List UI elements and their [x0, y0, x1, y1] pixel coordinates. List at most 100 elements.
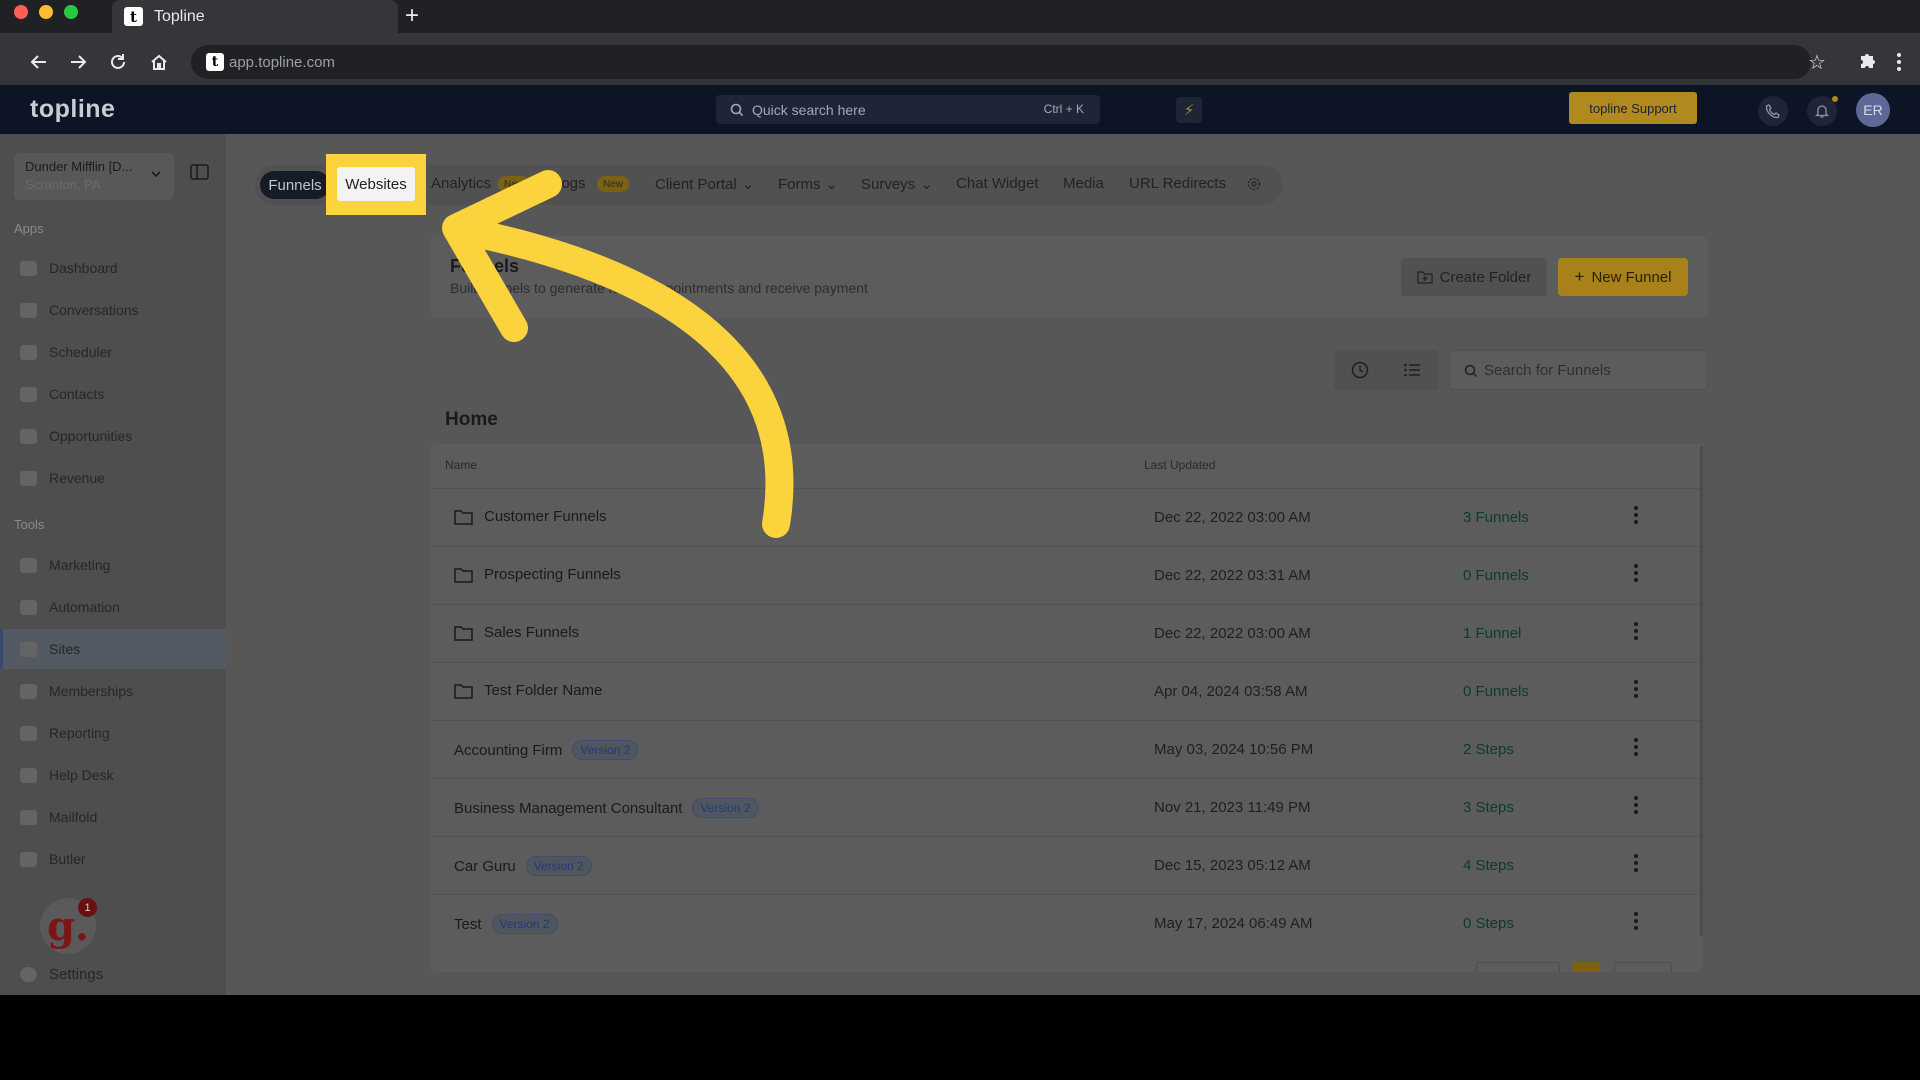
- user-avatar[interactable]: ER: [1856, 93, 1890, 127]
- column-header-name[interactable]: Name: [445, 458, 477, 472]
- maximize-window-button[interactable]: [64, 5, 78, 19]
- sidebar-item-settings[interactable]: Settings: [20, 966, 103, 983]
- sidebar-item-reporting[interactable]: Reporting: [0, 713, 226, 753]
- row-count-link[interactable]: 0 Funnels: [1463, 683, 1529, 700]
- browser-menu-icon[interactable]: [1896, 52, 1902, 72]
- row-count-link[interactable]: 0 Steps: [1463, 915, 1514, 932]
- reload-icon[interactable]: [105, 49, 131, 75]
- sidebar-item-revenue[interactable]: Revenue: [0, 458, 226, 498]
- table-row[interactable]: Prospecting Funnels Dec 22, 2022 03:31 AM…: [430, 546, 1703, 604]
- row-name-cell[interactable]: Test Folder Name: [454, 682, 602, 699]
- quick-search-input[interactable]: Quick search here Ctrl + K: [716, 95, 1100, 124]
- lightning-bolt-icon[interactable]: ⚡: [1176, 97, 1202, 123]
- row-name-cell[interactable]: Prospecting Funnels: [454, 566, 621, 583]
- row-last-updated: May 17, 2024 06:49 AM: [1154, 915, 1313, 932]
- tab-forms[interactable]: Forms ⌄: [778, 175, 838, 193]
- home-icon[interactable]: [146, 49, 172, 75]
- row-name: Prospecting Funnels: [484, 566, 621, 583]
- sidebar-item-opportunities[interactable]: Opportunities: [0, 416, 226, 456]
- row-name-cell[interactable]: Car Guru Version 2: [454, 856, 592, 876]
- row-count-link[interactable]: 3 Funnels: [1463, 509, 1529, 526]
- new-tab-plus-icon[interactable]: +: [405, 3, 419, 29]
- row-count-link[interactable]: 0 Funnels: [1463, 567, 1529, 584]
- row-more-options-icon[interactable]: [1632, 853, 1640, 873]
- pagination-prev[interactable]: [1476, 962, 1560, 972]
- bookmark-star-icon[interactable]: ☆: [1808, 50, 1826, 75]
- card-icon: [20, 470, 37, 486]
- table-row[interactable]: Sales Funnels Dec 22, 2022 03:00 AM 1 Funn…: [430, 604, 1703, 662]
- sidebar-item-butler[interactable]: Butler: [0, 839, 226, 879]
- row-more-options-icon[interactable]: [1632, 795, 1640, 815]
- tab-analytics[interactable]: Analytics: [431, 175, 491, 192]
- sidebar-item-label: Scheduler: [49, 344, 113, 360]
- folder-icon: [454, 625, 473, 641]
- search-icon: [1464, 364, 1478, 378]
- row-name-cell[interactable]: Customer Funnels: [454, 508, 607, 525]
- row-count-link[interactable]: 2 Steps: [1463, 741, 1514, 758]
- sidebar-item-automation[interactable]: Automation: [0, 587, 226, 627]
- table-row[interactable]: Car Guru Version 2 Dec 15, 2023 05:12 AM 4 …: [430, 836, 1703, 894]
- account-location: Scranton, PA: [25, 177, 101, 192]
- minimize-window-button[interactable]: [39, 5, 53, 19]
- row-name-cell[interactable]: Sales Funnels: [454, 624, 579, 641]
- sidebar-item-contacts[interactable]: Contacts: [0, 374, 226, 414]
- page-subtitle: Build funnels to generate leads, appoint…: [450, 280, 868, 296]
- sidebar-item-memberships[interactable]: Memberships: [0, 671, 226, 711]
- extensions-puzzle-icon[interactable]: [1858, 49, 1882, 73]
- tab-blogs[interactable]: Blogs: [548, 175, 586, 192]
- sidebar-item-help-desk[interactable]: Help Desk: [0, 755, 226, 795]
- new-funnel-label: New Funnel: [1591, 268, 1672, 286]
- phone-icon[interactable]: [1758, 96, 1788, 126]
- create-folder-button[interactable]: Create Folder: [1401, 258, 1547, 296]
- tab-url-redirects[interactable]: URL Redirects: [1129, 175, 1226, 192]
- account-switcher[interactable]: Dunder Mifflin [D... Scranton, PA: [14, 153, 174, 200]
- table-row[interactable]: Accounting Firm Version 2 May 03, 2024 10:…: [430, 720, 1703, 778]
- row-name-cell[interactable]: Accounting Firm Version 2: [454, 740, 639, 760]
- topline-logo[interactable]: topline: [30, 95, 115, 124]
- address-bar[interactable]: t app.topline.com: [191, 45, 1811, 79]
- support-button[interactable]: topline Support: [1569, 92, 1697, 124]
- row-count-link[interactable]: 1 Funnel: [1463, 625, 1521, 642]
- table-row[interactable]: Test Version 2 May 17, 2024 06:49 AM 0 Step…: [430, 894, 1703, 952]
- tab-client-portal[interactable]: Client Portal ⌄: [655, 175, 754, 193]
- sidebar-item-marketing[interactable]: Marketing: [0, 545, 226, 585]
- new-funnel-button[interactable]: + New Funnel: [1558, 258, 1688, 296]
- row-count-link[interactable]: 3 Steps: [1463, 799, 1514, 816]
- tab-media[interactable]: Media: [1063, 175, 1104, 192]
- tab-surveys[interactable]: Surveys ⌄: [861, 175, 933, 193]
- sidebar-item-mailfold[interactable]: Mailfold: [0, 797, 226, 837]
- row-more-options-icon[interactable]: [1632, 679, 1640, 699]
- row-more-options-icon[interactable]: [1632, 621, 1640, 641]
- row-more-options-icon[interactable]: [1632, 911, 1640, 931]
- sidebar-item-scheduler[interactable]: Scheduler: [0, 332, 226, 372]
- tab-websites[interactable]: Websites: [337, 167, 415, 201]
- row-name-cell[interactable]: Business Management Consultant Version 2: [454, 798, 759, 818]
- row-name-cell[interactable]: Test Version 2: [454, 914, 558, 934]
- table-scrollbar[interactable]: [1700, 446, 1703, 936]
- pagination-current-page[interactable]: [1572, 962, 1600, 972]
- table-row[interactable]: Customer Funnels Dec 22, 2022 03:00 AM 3 F…: [430, 488, 1703, 546]
- column-header-last-updated[interactable]: Last Updated: [1144, 458, 1215, 472]
- row-more-options-icon[interactable]: [1632, 563, 1640, 583]
- browser-tab[interactable]: t Topline: [112, 0, 398, 33]
- sidebar-item-conversations[interactable]: Conversations: [0, 290, 226, 330]
- tab-funnels[interactable]: Funnels: [260, 171, 330, 199]
- close-window-button[interactable]: [14, 5, 28, 19]
- list-view-icon[interactable]: [1400, 358, 1424, 382]
- forward-arrow-icon[interactable]: [65, 49, 91, 75]
- table-row[interactable]: Business Management Consultant Version 2 N…: [430, 778, 1703, 836]
- row-more-options-icon[interactable]: [1632, 505, 1640, 525]
- row-more-options-icon[interactable]: [1632, 737, 1640, 757]
- table-row[interactable]: Test Folder Name Apr 04, 2024 03:58 AM 0 F…: [430, 662, 1703, 720]
- funnel-search-placeholder: Search for Funnels: [1484, 362, 1611, 379]
- settings-gear-icon[interactable]: [1246, 176, 1262, 192]
- sidebar-item-sites[interactable]: Sites: [0, 629, 226, 669]
- sidebar-collapse-icon[interactable]: [190, 164, 209, 180]
- recent-clock-icon[interactable]: [1348, 358, 1372, 382]
- funnel-search-input[interactable]: Search for Funnels: [1449, 350, 1708, 390]
- back-arrow-icon[interactable]: [26, 49, 52, 75]
- tab-chat-widget[interactable]: Chat Widget: [956, 175, 1039, 192]
- pagination-next[interactable]: [1614, 962, 1672, 972]
- row-count-link[interactable]: 4 Steps: [1463, 857, 1514, 874]
- sidebar-item-dashboard[interactable]: Dashboard: [0, 248, 226, 288]
